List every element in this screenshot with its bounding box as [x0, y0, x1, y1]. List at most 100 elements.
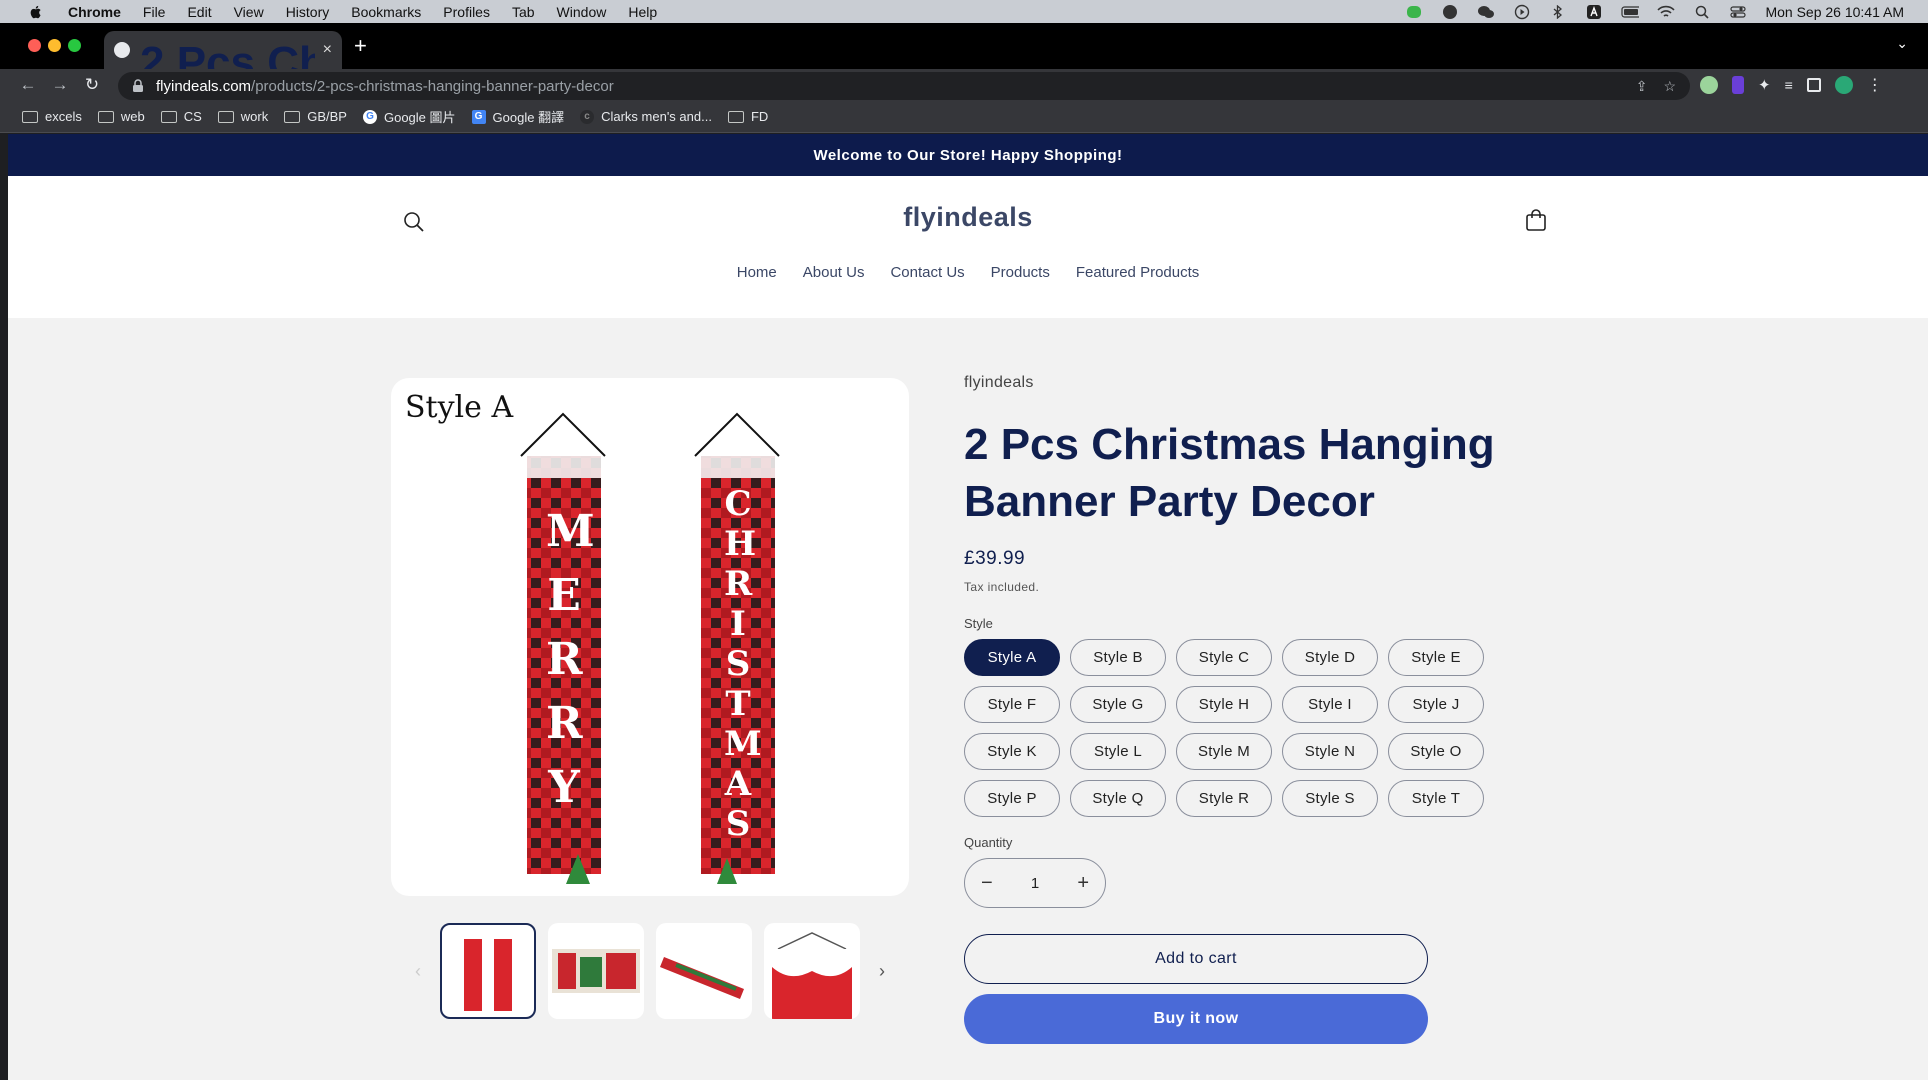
browser-tabstrip: 2 Pcs Christmas Hanging Bann × + ⌄ — [0, 23, 1928, 87]
nav-featured-products[interactable]: Featured Products — [1076, 264, 1199, 281]
style-option-k[interactable]: Style K — [964, 733, 1060, 770]
bookmark-folder-work[interactable]: work — [217, 109, 269, 124]
browser-toolbar: ← → ↻ flyindeals.com/products/2-pcs-chri… — [0, 69, 1928, 101]
extension-download-icon[interactable] — [1732, 76, 1744, 94]
bookmark-folder-excels[interactable]: excels — [22, 109, 82, 124]
window-zoom-button[interactable] — [68, 39, 81, 52]
thumbnail-2[interactable] — [548, 923, 644, 1019]
menu-file[interactable]: File — [143, 4, 166, 20]
style-option-l[interactable]: Style L — [1070, 733, 1166, 770]
input-method-icon[interactable] — [1585, 4, 1603, 19]
bookmark-star-icon[interactable]: ☆ — [1663, 78, 1676, 95]
line-app-icon[interactable] — [1405, 5, 1423, 19]
menu-profiles[interactable]: Profiles — [443, 4, 490, 20]
forward-arrow-icon[interactable]: → — [50, 75, 70, 95]
product-vendor: flyindeals — [964, 374, 1034, 391]
tab-close-icon[interactable]: × — [323, 41, 332, 59]
quantity-increase-button[interactable]: + — [1077, 872, 1089, 895]
menu-help[interactable]: Help — [628, 4, 657, 20]
menubar-clock[interactable]: Mon Sep 26 10:41 AM — [1765, 4, 1904, 20]
bookmark-folder-web[interactable]: web — [97, 109, 145, 124]
status-app-icon[interactable] — [1441, 4, 1459, 19]
thumbnail-1[interactable] — [440, 923, 536, 1019]
bookmark-google-translate[interactable]: G Google 翻譯 — [471, 107, 564, 126]
extensions-puzzle-icon[interactable]: ✦ — [1758, 76, 1771, 94]
style-option-i[interactable]: Style I — [1282, 686, 1378, 723]
apple-icon[interactable] — [28, 4, 44, 20]
style-option-s[interactable]: Style S — [1282, 780, 1378, 817]
bookmark-label: GB/BP — [307, 109, 347, 124]
cart-icon[interactable] — [1522, 207, 1550, 235]
style-option-o[interactable]: Style O — [1388, 733, 1484, 770]
thumb-prev-chevron-icon[interactable]: ‹ — [408, 961, 428, 982]
menu-view[interactable]: View — [234, 4, 264, 20]
style-option-b[interactable]: Style B — [1070, 639, 1166, 676]
wifi-icon[interactable] — [1657, 5, 1676, 19]
extension-green-icon[interactable] — [1700, 76, 1718, 94]
menu-bookmarks[interactable]: Bookmarks — [351, 4, 421, 20]
control-center-icon[interactable] — [1729, 5, 1747, 19]
reload-icon[interactable]: ↻ — [82, 75, 102, 95]
menu-history[interactable]: History — [286, 4, 330, 20]
style-option-t[interactable]: Style T — [1388, 780, 1484, 817]
battery-icon[interactable] — [1621, 5, 1640, 19]
wechat-icon[interactable] — [1477, 5, 1495, 19]
new-tab-button[interactable]: + — [354, 33, 367, 59]
menubar-app-name[interactable]: Chrome — [68, 4, 121, 20]
style-option-d[interactable]: Style D — [1282, 639, 1378, 676]
folder-icon — [727, 110, 744, 123]
style-option-e[interactable]: Style E — [1388, 639, 1484, 676]
bookmark-clarks[interactable]: c Clarks men's and... — [580, 109, 712, 124]
window-minimize-button[interactable] — [48, 39, 61, 52]
bookmark-google-images[interactable]: G Google 圖片 — [362, 107, 456, 126]
side-panel-icon[interactable] — [1806, 78, 1821, 92]
add-to-cart-button[interactable]: Add to cart — [964, 934, 1428, 984]
store-logo[interactable]: flyindeals — [8, 202, 1928, 233]
tab-search-chevron-icon[interactable]: ⌄ — [1896, 35, 1908, 52]
style-option-h[interactable]: Style H — [1176, 686, 1272, 723]
menu-edit[interactable]: Edit — [187, 4, 211, 20]
style-option-c[interactable]: Style C — [1176, 639, 1272, 676]
back-arrow-icon[interactable]: ← — [18, 75, 38, 95]
address-bar[interactable]: flyindeals.com/products/2-pcs-christmas-… — [118, 72, 1690, 100]
style-option-f[interactable]: Style F — [964, 686, 1060, 723]
play-icon[interactable] — [1513, 4, 1531, 19]
style-option-q[interactable]: Style Q — [1070, 780, 1166, 817]
share-icon[interactable]: ⇪ — [1636, 78, 1648, 95]
menu-tab[interactable]: Tab — [512, 4, 535, 20]
nav-contact-us[interactable]: Contact Us — [890, 264, 964, 281]
nav-products[interactable]: Products — [991, 264, 1050, 281]
product-main-image[interactable]: Style A MERRY CHRISTMAS — [391, 378, 909, 896]
buy-now-button[interactable]: Buy it now — [964, 994, 1428, 1044]
bookmark-label: work — [240, 109, 269, 124]
quantity-decrease-button[interactable]: − — [981, 872, 993, 895]
nav-about-us[interactable]: About Us — [803, 264, 865, 281]
bookmark-folder-fd[interactable]: FD — [727, 109, 768, 124]
browser-tab-active[interactable]: 2 Pcs Christmas Hanging Bann × — [104, 31, 342, 87]
style-option-a[interactable]: Style A — [964, 639, 1060, 676]
chrome-menu-icon[interactable]: ⋮ — [1867, 75, 1883, 95]
bluetooth-icon[interactable] — [1549, 4, 1567, 19]
thumbnail-4[interactable] — [764, 923, 860, 1019]
style-option-m[interactable]: Style M — [1176, 733, 1272, 770]
style-option-n[interactable]: Style N — [1282, 733, 1378, 770]
style-option-p[interactable]: Style P — [964, 780, 1060, 817]
thumb-next-chevron-icon[interactable]: › — [872, 961, 892, 982]
quantity-input[interactable]: 1 — [1031, 875, 1039, 892]
style-option-g[interactable]: Style G — [1070, 686, 1166, 723]
nav-home[interactable]: Home — [737, 264, 777, 281]
spotlight-search-icon[interactable] — [1693, 5, 1711, 19]
profile-avatar[interactable] — [1834, 76, 1853, 94]
bookmark-folder-gbbp[interactable]: GB/BP — [284, 109, 347, 124]
bookmark-folder-cs[interactable]: CS — [160, 109, 202, 124]
thumbnail-3[interactable] — [656, 923, 752, 1019]
style-option-j[interactable]: Style J — [1388, 686, 1484, 723]
style-option-r[interactable]: Style R — [1176, 780, 1272, 817]
announcement-bar: Welcome to Our Store! Happy Shopping! — [8, 134, 1928, 176]
menu-window[interactable]: Window — [557, 4, 607, 20]
window-close-button[interactable] — [28, 39, 41, 52]
lock-icon[interactable] — [132, 79, 144, 93]
folder-icon — [97, 110, 114, 123]
product-info: flyindeals 2 Pcs Christmas Hanging Banne… — [964, 374, 1524, 1044]
reading-list-icon[interactable]: ≡ — [1785, 77, 1793, 93]
